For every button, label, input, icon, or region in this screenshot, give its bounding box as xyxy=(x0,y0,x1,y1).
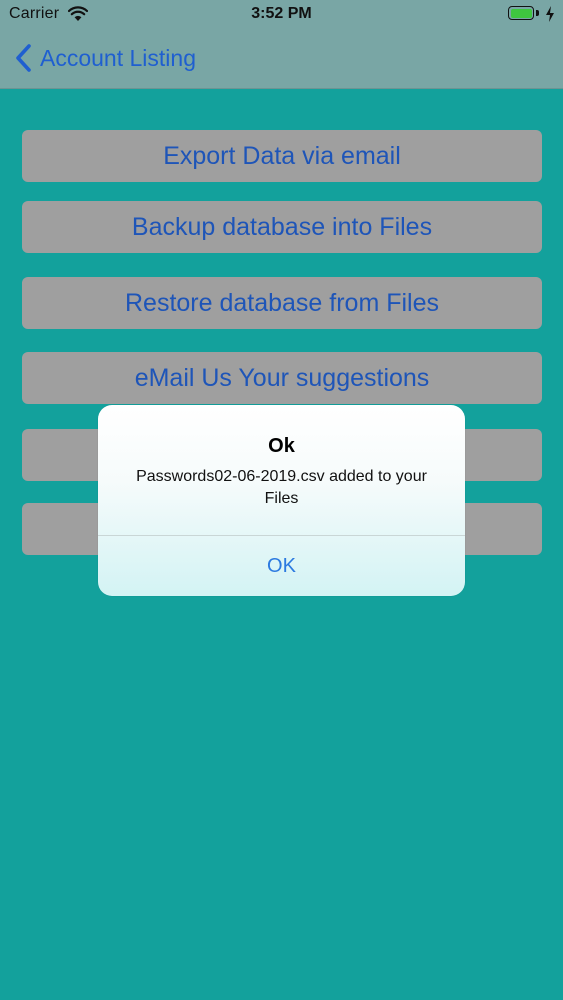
export-data-button[interactable]: Export Data via email xyxy=(22,130,542,182)
email-suggestions-button[interactable]: eMail Us Your suggestions xyxy=(22,352,542,404)
chevron-left-icon xyxy=(16,44,31,72)
restore-database-button[interactable]: Restore database from Files xyxy=(22,277,542,329)
alert-ok-button[interactable]: OK xyxy=(98,536,465,596)
alert-title: Ok xyxy=(268,435,295,457)
back-button-label: Account Listing xyxy=(40,44,196,71)
backup-database-button[interactable]: Backup database into Files xyxy=(22,201,542,253)
charging-bolt-icon xyxy=(546,6,554,22)
alert-dialog: Ok Passwords02-06-2019.csv added to your… xyxy=(98,405,465,596)
alert-message: Passwords02-06-2019.csv added to your Fi… xyxy=(136,468,427,507)
app-screen: Carrier 3:52 PM Account Listing Export D… xyxy=(0,0,563,1000)
navigation-bar: Carrier 3:52 PM Account Listing xyxy=(0,0,563,89)
battery-level xyxy=(510,8,532,18)
status-bar: Carrier 3:52 PM xyxy=(0,0,563,30)
battery-cap xyxy=(536,10,539,16)
clock-time: 3:52 PM xyxy=(251,5,312,22)
back-button[interactable]: Account Listing xyxy=(14,40,196,76)
battery-icon xyxy=(508,6,534,20)
